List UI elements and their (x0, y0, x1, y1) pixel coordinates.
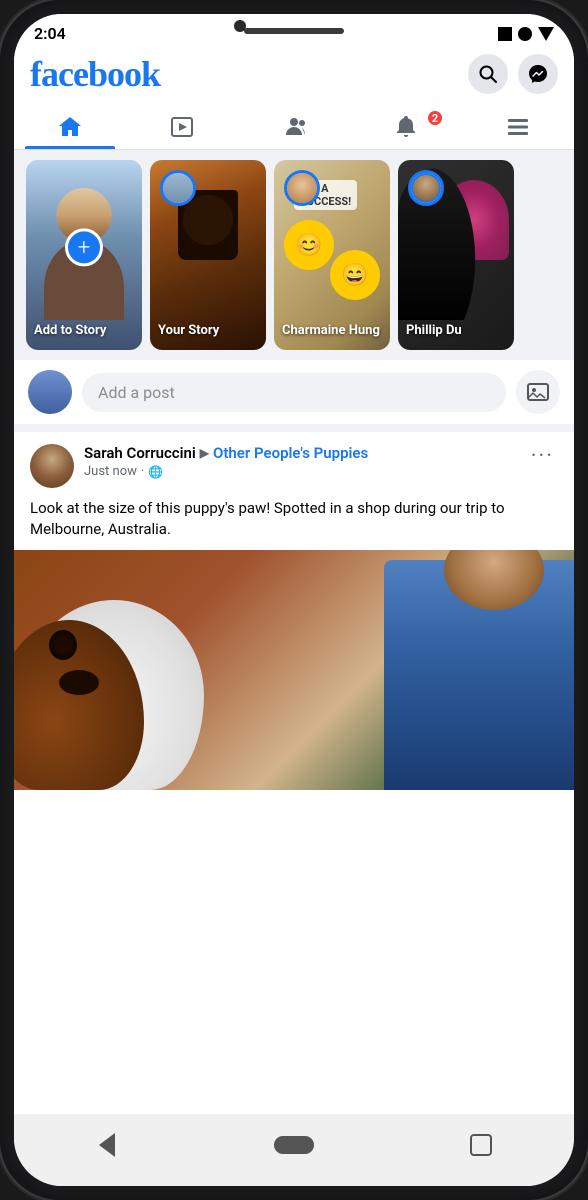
story-your[interactable]: Your Story (150, 160, 266, 350)
back-icon (99, 1133, 115, 1157)
notification-badge: 2 (426, 109, 444, 127)
app-header: facebook (14, 49, 574, 103)
tab-watch[interactable] (126, 103, 238, 149)
phone-screen: 2:04 facebook (14, 14, 574, 1186)
feed-post: Sarah Corruccini ▶ Other People's Puppie… (14, 432, 574, 790)
charmaine-avatar (284, 170, 320, 206)
tab-notifications[interactable]: 2 (350, 103, 462, 149)
post-author-info: Sarah Corruccini ▶ Other People's Puppie… (30, 444, 368, 488)
nav-recents-button[interactable] (461, 1125, 501, 1165)
author-first-name: Sarah Corruccini (84, 444, 196, 462)
post-image (14, 550, 574, 790)
phillip-label: Phillip Du (406, 323, 506, 340)
compose-photo-button[interactable] (516, 370, 560, 414)
phone-device: 2:04 facebook (0, 0, 588, 1200)
post-avatar (30, 444, 74, 488)
post-compose: Add a post (14, 360, 574, 432)
story-add-plus: + (65, 228, 103, 266)
home-pill-icon (274, 1136, 314, 1154)
post-text: Look at the size of this puppy's paw! Sp… (14, 494, 574, 550)
messenger-icon (527, 63, 549, 85)
groups-icon (280, 113, 308, 141)
privacy-icon: 🌐 (148, 465, 163, 479)
charmaine-label: Charmaine Hung (282, 323, 382, 340)
search-icon (478, 64, 498, 84)
header-actions (468, 54, 558, 94)
nav-home-button[interactable] (274, 1125, 314, 1165)
author-name: Sarah Corruccini ▶ Other People's Puppie… (84, 444, 368, 462)
post-timestamp: Just now (84, 464, 137, 479)
status-icons (498, 27, 554, 41)
battery-icon (498, 27, 512, 41)
story-charmaine[interactable]: 😊 😄 IT'S ASUCCESS! Charmaine Hung (274, 160, 390, 350)
recents-icon (470, 1134, 492, 1156)
nav-tabs: 2 (14, 103, 574, 150)
post-arrow: ▶ (200, 446, 209, 460)
photo-icon (526, 380, 550, 404)
post-meta: Just now · 🌐 (84, 464, 368, 479)
bell-icon (393, 114, 419, 140)
camera (234, 20, 246, 32)
story-add[interactable]: + Add to Story (26, 160, 142, 350)
phillip-avatar (408, 170, 444, 206)
status-time: 2:04 (34, 24, 66, 43)
watch-icon (169, 114, 195, 140)
story-add-label: Add to Story (34, 323, 134, 340)
post-header: Sarah Corruccini ▶ Other People's Puppie… (14, 432, 574, 494)
post-more-button[interactable]: ··· (527, 444, 558, 469)
signal-icon (518, 27, 532, 41)
facebook-logo: facebook (30, 53, 160, 95)
your-story-label: Your Story (158, 323, 258, 340)
post-group[interactable]: Other People's Puppies (213, 444, 368, 462)
bottom-navigation (14, 1114, 574, 1186)
tab-menu[interactable] (462, 103, 574, 149)
post-author-text: Sarah Corruccini ▶ Other People's Puppie… (84, 444, 368, 479)
wifi-icon (538, 27, 554, 41)
screen-content: 2:04 facebook (14, 14, 574, 1114)
speaker (244, 28, 344, 34)
your-story-avatar (160, 170, 196, 206)
compose-input[interactable]: Add a post (82, 373, 506, 412)
story-phillip[interactable]: Phillip Du (398, 160, 514, 350)
home-icon (57, 114, 83, 140)
stories-container: + Add to Story Your Story (14, 150, 574, 360)
tab-home[interactable] (14, 103, 126, 149)
search-button[interactable] (468, 54, 508, 94)
menu-icon (505, 114, 531, 140)
dot-separator: · (141, 464, 144, 479)
tab-groups[interactable] (238, 103, 350, 149)
compose-avatar (28, 370, 72, 414)
nav-back-button[interactable] (87, 1125, 127, 1165)
messenger-button[interactable] (518, 54, 558, 94)
